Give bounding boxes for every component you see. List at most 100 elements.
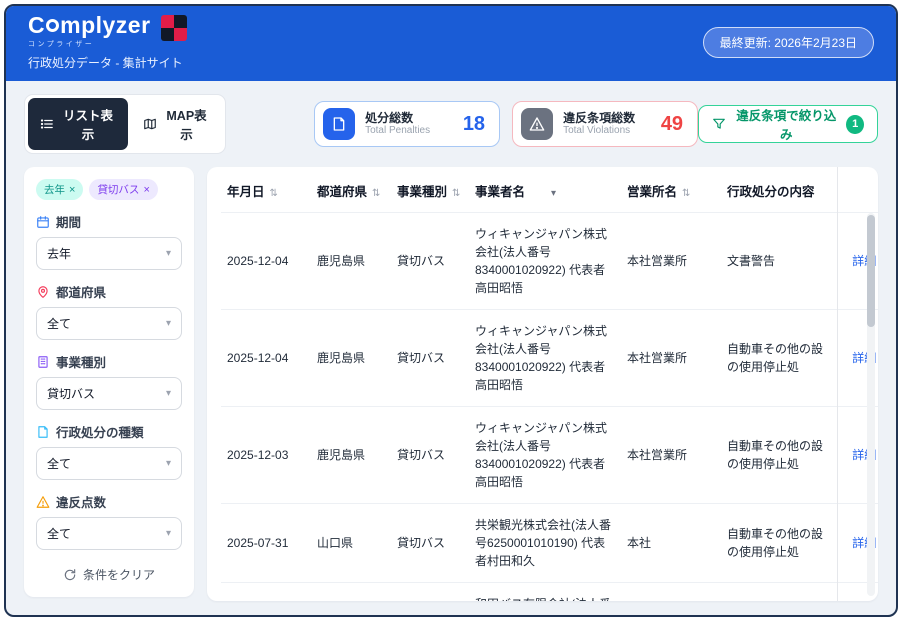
logo-kana: コンプライザー [28, 39, 151, 49]
business-type-value: 貸切バス [47, 385, 95, 402]
cell-operator: ウィキャンジャパン株式会社(法人番号8340001020922) 代表者高田昭悟 [469, 407, 621, 504]
cell-operator: ウィキャンジャパン株式会社(法人番号8340001020922) 代表者高田昭悟 [469, 310, 621, 407]
results-table: 年月日⇅ 都道府県⇅ 事業種別⇅ 事業者名▾ 営業所名⇅ 行政処分の内容 202… [221, 167, 878, 601]
warning-icon [521, 108, 553, 140]
building-icon [36, 355, 50, 369]
cell-action: 文書警告 [721, 583, 837, 602]
cell-operator: ウィキャンジャパン株式会社(法人番号8340001020922) 代表者高田昭悟 [469, 213, 621, 310]
sort-icon[interactable]: ⇅ [452, 188, 460, 199]
cell-date: 2025-03-21 [221, 583, 311, 602]
toolbar: リスト表示 MAP表示 処分総数 Total Penalties 18 [24, 94, 878, 154]
cell-operator: 共栄観光株式会社(法人番号6250001010190) 代表者村田和久 [469, 504, 621, 583]
table-scrollbar[interactable] [867, 213, 875, 596]
cell-date: 2025-12-04 [221, 310, 311, 407]
table-row: 2025-12-04 鹿児島県 貸切バス ウィキャンジャパン株式会社(法人番号8… [221, 213, 878, 310]
document-icon [36, 425, 50, 439]
map-pin-icon [36, 285, 50, 299]
filter-label-period: 期間 [36, 212, 182, 231]
scrollbar-thumb[interactable] [867, 215, 875, 327]
cell-prefecture: 鹿児島県 [311, 310, 391, 407]
app-header: Cmplyzer コンプライザー 行政処分データ - 集計サイト 最終更新: 2… [6, 6, 896, 81]
disposition-type-select[interactable]: 全て ▾ [36, 447, 182, 480]
app-frame: Cmplyzer コンプライザー 行政処分データ - 集計サイト 最終更新: 2… [4, 4, 898, 617]
column-header-operator[interactable]: 事業者名▾ [469, 167, 621, 213]
chip-charter-bus[interactable]: 貸切バス × [89, 179, 157, 200]
violations-stat-card: 違反条項総数 Total Violations 49 [512, 101, 698, 147]
sort-icon[interactable]: ⇅ [270, 188, 278, 199]
period-value: 去年 [47, 245, 71, 262]
cell-business-type: 貸切バス [391, 310, 469, 407]
cell-business-type: 貸切バス [391, 407, 469, 504]
column-header-business-type[interactable]: 事業種別⇅ [391, 167, 469, 213]
cell-date: 2025-07-31 [221, 504, 311, 583]
column-header-prefecture[interactable]: 都道府県⇅ [311, 167, 391, 213]
filter-sidebar: 去年 × 貸切バス × 期間 去年 ▾ [24, 167, 194, 597]
cell-date: 2025-12-04 [221, 213, 311, 310]
table-row: 2025-07-31 山口県 貸切バス 共栄観光株式会社(法人番号6250001… [221, 504, 878, 583]
cell-date: 2025-12-03 [221, 407, 311, 504]
violation-points-value: 全て [47, 525, 71, 542]
cell-prefecture: 長野県 [311, 583, 391, 602]
app-logo: Cmplyzer [28, 14, 151, 37]
chevron-down-icon: ▾ [166, 248, 171, 259]
logo-text-suffix: mplyzer [60, 14, 150, 37]
table-header-row: 年月日⇅ 都道府県⇅ 事業種別⇅ 事業者名▾ 営業所名⇅ 行政処分の内容 [221, 167, 878, 213]
business-type-select[interactable]: 貸切バス ▾ [36, 377, 182, 410]
column-header-detail [837, 167, 878, 213]
violation-points-select[interactable]: 全て ▾ [36, 517, 182, 550]
results-table-card: 年月日⇅ 都道府県⇅ 事業種別⇅ 事業者名▾ 営業所名⇅ 行政処分の内容 202… [207, 167, 878, 601]
prefecture-select[interactable]: 全て ▾ [36, 307, 182, 340]
cell-action: 自動車その他の設の使用停止処 [721, 407, 837, 504]
content: 去年 × 貸切バス × 期間 去年 ▾ [24, 167, 878, 601]
sort-icon[interactable]: ⇅ [682, 188, 690, 199]
column-header-date[interactable]: 年月日⇅ [221, 167, 311, 213]
table-row: 2025-03-21 長野県 貸切バス 和田バス有限会社(法人番号4100002… [221, 583, 878, 602]
brand-block: Cmplyzer コンプライザー 行政処分データ - 集計サイト [28, 14, 187, 71]
cell-action: 自動車その他の設の使用停止処 [721, 310, 837, 407]
cell-operator: 和田バス有限会社(法人番号4100002016476) 代表者相馬靖子 [469, 583, 621, 602]
active-filter-chips: 去年 × 貸切バス × [36, 179, 182, 200]
cell-prefecture: 山口県 [311, 504, 391, 583]
filter-label-prefecture: 都道府県 [36, 282, 182, 301]
map-view-button[interactable]: MAP表示 [131, 98, 222, 150]
logo-mark-icon [161, 15, 187, 41]
map-view-label: MAP表示 [163, 105, 210, 143]
cell-office: 本社 [621, 504, 721, 583]
warning-triangle-icon [36, 495, 50, 509]
chevron-down-icon: ▾ [166, 318, 171, 329]
chip-last-year[interactable]: 去年 × [36, 179, 83, 200]
list-view-button[interactable]: リスト表示 [28, 98, 128, 150]
penalties-stat-card: 処分総数 Total Penalties 18 [314, 101, 500, 147]
stat-cards: 処分総数 Total Penalties 18 違反条項総数 Total Vio… [314, 101, 698, 147]
close-icon[interactable]: × [69, 184, 75, 196]
main-area: リスト表示 MAP表示 処分総数 Total Penalties 18 [6, 81, 896, 615]
list-view-label: リスト表示 [60, 105, 116, 143]
disposition-type-value: 全て [47, 455, 71, 472]
period-select[interactable]: 去年 ▾ [36, 237, 182, 270]
chevron-down-icon[interactable]: ▾ [551, 188, 556, 199]
violations-sublabel: Total Violations [563, 125, 635, 137]
penalties-label: 処分総数 [365, 111, 430, 125]
violation-filter-label: 違反条項で絞り込み [734, 105, 838, 143]
column-header-office[interactable]: 営業所名⇅ [621, 167, 721, 213]
logo-circle-o-icon [46, 19, 59, 32]
chip-label: 去年 [44, 182, 65, 197]
cell-office: 本社営業所 [621, 213, 721, 310]
list-icon [40, 117, 54, 131]
logo-text-prefix: C [28, 14, 45, 37]
cell-action: 自動車その他の設の使用停止処 [721, 504, 837, 583]
funnel-icon [712, 117, 726, 131]
view-toggle: リスト表示 MAP表示 [24, 94, 226, 154]
chevron-down-icon: ▾ [166, 388, 171, 399]
clear-filters-button[interactable]: 条件をクリア [63, 566, 155, 583]
violation-filter-button[interactable]: 違反条項で絞り込み 1 [698, 105, 878, 143]
calendar-icon [36, 215, 50, 229]
penalties-count: 18 [463, 113, 485, 136]
sort-icon[interactable]: ⇅ [372, 188, 380, 199]
chevron-down-icon: ▾ [166, 458, 171, 469]
column-header-action[interactable]: 行政処分の内容 [721, 167, 837, 213]
site-subtitle: 行政処分データ - 集計サイト [28, 54, 187, 71]
close-icon[interactable]: × [143, 184, 149, 196]
cell-business-type: 貸切バス [391, 583, 469, 602]
cell-business-type: 貸切バス [391, 213, 469, 310]
